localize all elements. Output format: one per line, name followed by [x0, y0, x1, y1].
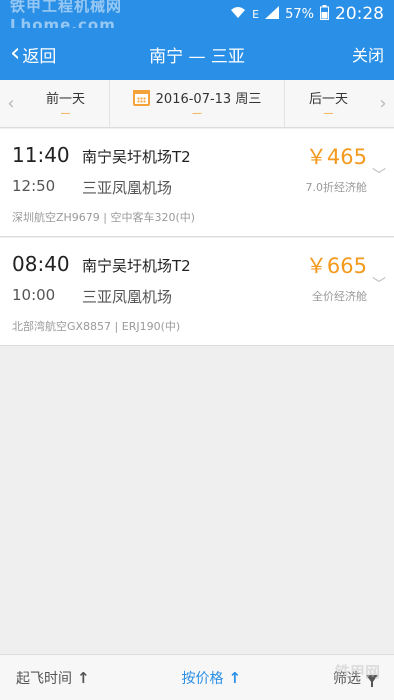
flight-list-item[interactable]: 08:40 10:00 南宁吴圩机场T2 三亚凤凰机场 北部湾航空GX8857 …: [0, 238, 394, 346]
prev-day-button[interactable]: 前一天 —: [22, 80, 109, 127]
sort-time-label: 起飞时间: [16, 670, 72, 687]
chevron-left-icon[interactable]: ‹: [0, 93, 22, 114]
wifi-icon: [230, 6, 246, 23]
flight-info: 北部湾航空GX8857 | ERJ190(中): [12, 320, 181, 333]
next-day-button[interactable]: 后一天 —: [285, 80, 372, 127]
filter-icon: [366, 674, 378, 687]
prev-day-label: 前一天: [45, 92, 85, 107]
filter-button[interactable]: 筛选: [333, 668, 378, 688]
departure-airport: 南宁吴圩机场T2: [82, 148, 191, 166]
status-right: E 57% 20:28: [230, 4, 384, 24]
date-bar: ‹ 前一天 — 2016-07-13 周三 — 后一天 — ›: [0, 80, 394, 128]
back-button[interactable]: ‹ 返回: [10, 37, 57, 68]
flight-price: ￥465: [305, 145, 367, 169]
chevron-down-icon[interactable]: ﹀: [372, 165, 386, 185]
chevron-left-icon: ‹: [10, 37, 21, 68]
cabin-class: 7.0折经济舱: [305, 181, 368, 194]
arrival-airport: 三亚凤凰机场: [82, 288, 173, 306]
departure-airport: 南宁吴圩机场T2: [82, 257, 191, 275]
date-picker[interactable]: 2016-07-13 周三 —: [109, 80, 285, 127]
date-row: 2016-07-13 周三: [132, 88, 262, 107]
network-type-label: E: [252, 7, 260, 21]
filter-label: 筛选: [333, 670, 361, 687]
calendar-icon: [132, 89, 150, 106]
arrival-time: 10:00: [12, 286, 56, 304]
chevron-right-icon[interactable]: ›: [372, 93, 394, 114]
clock: 20:28: [335, 4, 384, 24]
page-title: 南宁 — 三亚: [149, 46, 245, 67]
arrival-time: 12:50: [12, 177, 56, 195]
sort-by-time-button[interactable]: 起飞时间 ↑: [16, 668, 90, 688]
sort-by-price-button[interactable]: 按价格 ↑: [182, 668, 242, 688]
current-date: 2016-07-13 周三: [155, 92, 262, 107]
status-bar: 铁甲工程机械网 Lhome.com E 57% 20:28: [0, 0, 394, 34]
arrow-up-icon: ↑: [228, 668, 242, 687]
flight-info: 深圳航空ZH9679 | 空中客车320(中): [12, 211, 196, 224]
flight-price: ￥665: [305, 254, 367, 278]
back-label: 返回: [22, 46, 57, 67]
sort-price-label: 按价格: [181, 670, 224, 687]
chevron-down-icon[interactable]: ﹀: [372, 274, 386, 294]
arrival-airport: 三亚凤凰机场: [82, 179, 173, 197]
arrow-up-icon: ↑: [77, 668, 90, 687]
departure-time: 11:40: [12, 143, 70, 167]
prev-day-indicator: —: [60, 108, 71, 119]
close-button[interactable]: 关闭: [352, 42, 384, 66]
battery-icon: [320, 4, 329, 24]
departure-time: 08:40: [12, 252, 70, 276]
current-date-indicator: —: [192, 108, 202, 119]
nav-bar: ‹ 返回 南宁 — 三亚 关闭: [0, 28, 394, 80]
flight-list-item[interactable]: 11:40 12:50 南宁吴圩机场T2 三亚凤凰机场 深圳航空ZH9679 |…: [0, 129, 394, 237]
battery-percent: 57%: [285, 6, 314, 22]
app-screen: 铁甲工程机械网 Lhome.com E 57% 20:28 ‹ 返回 南宁 — …: [0, 0, 394, 700]
bottom-sort-bar: 起飞时间 ↑ 按价格 ↑ 筛选 铁甲网: [0, 654, 394, 700]
next-day-label: 后一天: [308, 92, 348, 107]
next-day-indicator: —: [323, 108, 334, 119]
cabin-class: 全价经济舱: [312, 290, 367, 303]
signal-icon: [265, 5, 280, 23]
